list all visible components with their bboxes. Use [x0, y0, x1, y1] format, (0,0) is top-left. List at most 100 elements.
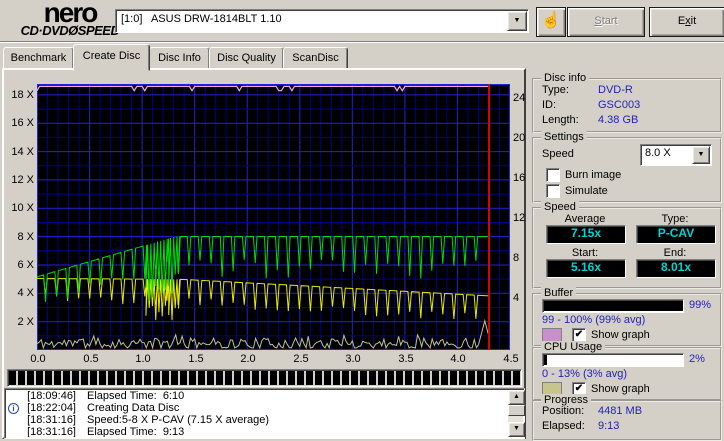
logo-cd-dvd: CD·DVD [21, 23, 69, 38]
total-progress-fill [9, 371, 521, 385]
y-axis-right-tick: 20 [513, 132, 525, 144]
average-speed-display: 7.15x [546, 225, 626, 244]
start-label: tart [602, 15, 618, 27]
log-line: [18:31:16] Speed:5-8 X P-CAV (7.15 X aver… [8, 414, 505, 426]
app-window: nero CD·DVDØSPEED [1:0] ASUS DRW-1814BLT… [0, 0, 724, 441]
tab-disc-info[interactable]: Disc Info [149, 47, 210, 70]
log-time: [18:09:46] [21, 391, 76, 402]
simulate-label: Simulate [565, 185, 608, 197]
buffer-group: Buffer 99% 99 - 100% (99% avg) ✔ Show gr… [532, 293, 722, 347]
y-axis-left-tick: 2 X [17, 316, 34, 328]
log-lines: [18:09:46] Elapsed Time: 6:10 i[18:22:04]… [8, 390, 505, 437]
log-time: [18:31:16] [21, 415, 76, 426]
disc-type-value: DVD-R [598, 84, 633, 96]
x-axis-tick: 1.5 [185, 353, 207, 365]
speed-select-value: 8.0 X [645, 147, 671, 159]
log-text: Creating Data Disc [87, 403, 179, 414]
cpu-fill [544, 355, 547, 365]
drive-select[interactable]: [1:0] ASUS DRW-1814BLT 1.10 ▼ [115, 9, 529, 33]
log-box: [18:09:46] Elapsed Time: 6:10 i[18:22:04]… [4, 388, 525, 439]
cpu-usage-group: CPU Usage 2% 0 - 13% (3% avg) ✔ Show gra… [532, 347, 722, 401]
y-axis-left-tick: 10 X [11, 202, 34, 214]
y-axis-right-tick: 4 [513, 292, 519, 304]
y-axis-left-tick: 8 X [17, 231, 34, 243]
x-axis-tick: 0.0 [27, 353, 49, 365]
log-scrollbar[interactable]: ▲ ▼ [508, 390, 523, 437]
buffer-percent: 99% [689, 299, 711, 311]
hand-tool-button[interactable]: ☝ [536, 7, 566, 37]
burn-image-checkbox[interactable] [546, 168, 560, 182]
progress-group: Progress Position: 4481 MB Elapsed: 9:13 [532, 400, 722, 441]
x-axis-tick: 2.5 [290, 353, 312, 365]
end-speed-display: 8.01x [636, 259, 716, 278]
drive-select-value: [1:0] ASUS DRW-1814BLT 1.10 [121, 13, 282, 25]
y-axis-right-tick: 16 [513, 172, 525, 184]
start-button[interactable]: Start [567, 7, 645, 37]
x-axis-tick: 4.0 [447, 353, 469, 365]
log-scrollbar-up-button[interactable]: ▲ [508, 390, 525, 405]
disc-type-label: Type: [542, 84, 569, 96]
start-speed-display: 5.16x [546, 259, 626, 278]
total-progress-bar [7, 369, 522, 387]
y-axis-right-tick: 8 [513, 252, 519, 264]
log-time: [18:31:16] [21, 427, 76, 438]
buffer-show-graph-checkbox[interactable]: ✔ [572, 328, 586, 342]
speed-select-arrow-button[interactable]: ▼ [692, 146, 710, 164]
hand-icon: ☝ [541, 12, 561, 29]
write-type-display: P-CAV [636, 225, 716, 244]
y-axis-left-tick: 12 X [11, 174, 34, 186]
logo-speed: SPEED [78, 23, 120, 38]
buffer-bar [542, 299, 684, 313]
x-axis-tick: 0.5 [80, 353, 102, 365]
log-time: [18:22:04] [21, 403, 76, 414]
exit-label: it [691, 15, 697, 27]
exit-button[interactable]: Exit [649, 7, 724, 37]
simulate-checkbox[interactable] [546, 184, 560, 198]
y-axis-right-tick: 24 [513, 92, 525, 104]
disc-length-value: 4.38 GB [598, 114, 638, 126]
x-axis-tick: 2.0 [237, 353, 259, 365]
settings-group: Settings Speed 8.0 X ▼ Burn image Simula… [532, 137, 722, 203]
disc-info-group: Disc info Type: DVD-R ID: GSC003 Length:… [532, 78, 722, 133]
disc-symbol-icon: Ø [68, 23, 78, 38]
tab-create-disc[interactable]: Create Disc [73, 44, 150, 71]
cpu-show-graph-label: Show graph [591, 383, 650, 395]
disc-length-label: Length: [542, 114, 579, 126]
average-speed-label: Average [546, 213, 624, 225]
elapsed-label: Elapsed: [542, 420, 585, 432]
y-axis-left-labels: 18 X16 X14 X12 X10 X8 X6 X4 X2 X [4, 84, 34, 350]
log-text: Elapsed Time: 9:13 [87, 427, 184, 438]
log-scrollbar-thumb[interactable] [508, 405, 525, 416]
y-axis-left-tick: 16 X [11, 117, 34, 129]
position-value: 4481 MB [598, 405, 642, 417]
y-axis-right-labels: 24 20 16 12 8 4 [513, 84, 527, 350]
speed-group: Speed Average Type: 7.15x P-CAV Start: E… [532, 207, 722, 289]
log-text: Speed:5-8 X P-CAV (7.15 X average) [87, 415, 269, 426]
start-speed-label: Start: [546, 247, 624, 259]
log-line: [18:09:46] Elapsed Time: 6:10 [8, 390, 505, 402]
cpu-bar [542, 353, 684, 367]
disc-id-value: GSC003 [598, 99, 640, 111]
speed-select[interactable]: 8.0 X ▼ [640, 144, 712, 166]
toolbar-separator [0, 41, 724, 43]
log-line: [18:31:16] Elapsed Time: 9:13 [8, 426, 505, 437]
drive-select-arrow-button[interactable]: ▼ [507, 11, 527, 31]
elapsed-value: 9:13 [598, 420, 619, 432]
tab-benchmark[interactable]: Benchmark [3, 47, 74, 70]
y-axis-left-tick: 4 X [17, 287, 34, 299]
burn-image-label: Burn image [565, 169, 621, 181]
y-axis-right-tick: 12 [513, 212, 525, 224]
log-scrollbar-down-button[interactable]: ▼ [508, 422, 525, 437]
write-type-label: Type: [636, 213, 714, 225]
speed-select-label: Speed [542, 148, 574, 160]
info-icon: i [8, 403, 21, 414]
tab-scandisc[interactable]: ScanDisc [283, 47, 348, 70]
tab-disc-quality[interactable]: Disc Quality [209, 47, 284, 70]
log-text: Elapsed Time: 6:10 [87, 391, 184, 402]
y-axis-left-tick: 14 X [11, 146, 34, 158]
buffer-range: 99 - 100% (99% avg) [542, 314, 645, 326]
position-label: Position: [542, 405, 584, 417]
chevron-down-icon: ▼ [514, 17, 521, 24]
x-axis-tick: 4.5 [500, 353, 522, 365]
disc-id-label: ID: [542, 99, 556, 111]
